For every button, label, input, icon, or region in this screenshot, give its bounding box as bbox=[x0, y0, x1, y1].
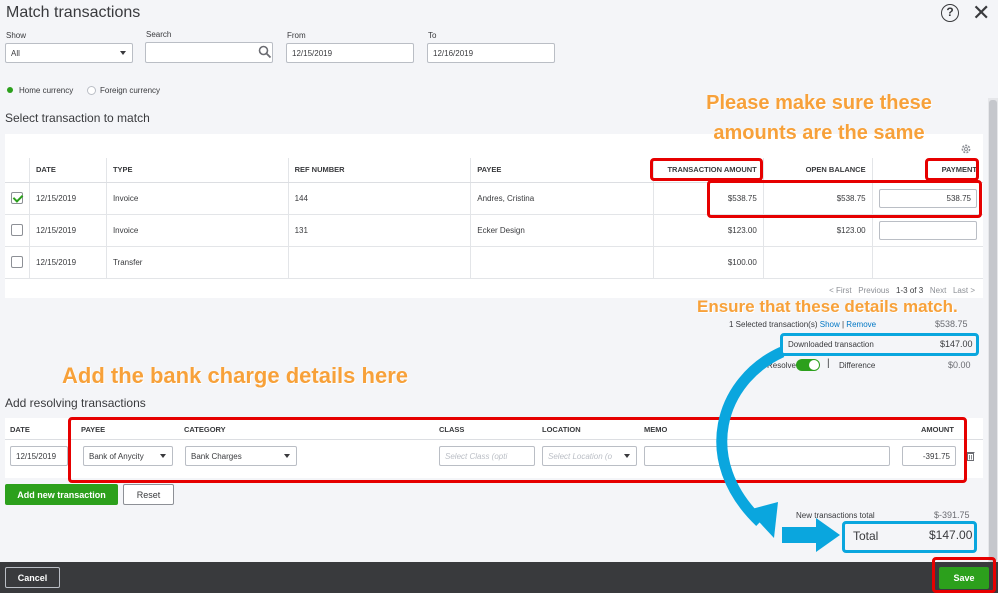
pagination-last[interactable]: Last > bbox=[953, 286, 975, 295]
show-label: Show bbox=[6, 31, 27, 40]
row-payee bbox=[470, 246, 654, 279]
column-open-balance: OPEN BALANCE bbox=[762, 158, 873, 183]
column-type: TYPE bbox=[105, 158, 289, 183]
to-date-input[interactable]: 12/16/2019 bbox=[427, 43, 555, 63]
home-currency-label: Home currency bbox=[19, 86, 74, 95]
to-label: To bbox=[428, 31, 437, 40]
search-label: Search bbox=[146, 30, 172, 39]
search-icon[interactable] bbox=[258, 45, 272, 59]
dialog-footer bbox=[0, 562, 998, 593]
row-payment bbox=[871, 246, 983, 279]
resolving-title: Add resolving transactions bbox=[5, 396, 146, 410]
row-open-balance bbox=[762, 246, 873, 279]
row-payee: Andres, Cristina bbox=[470, 182, 654, 215]
chevron-down-icon bbox=[120, 51, 126, 55]
annotation-note-bank-charge: Add the bank charge details here bbox=[62, 363, 408, 388]
from-label: From bbox=[287, 31, 306, 40]
selected-count-text: 1 Selected transaction(s) bbox=[729, 320, 818, 329]
dialog-title: Match transactions bbox=[6, 4, 141, 21]
show-link[interactable]: Show bbox=[820, 320, 840, 329]
row-ref: 144 bbox=[287, 182, 471, 215]
row-amount: $100.00 bbox=[652, 246, 764, 279]
resolve-date-input[interactable]: 12/15/2019 bbox=[10, 446, 68, 466]
pagination-previous[interactable]: Previous bbox=[858, 286, 889, 295]
search-input[interactable] bbox=[145, 42, 273, 63]
row-ref: 131 bbox=[287, 214, 471, 247]
show-select-value: All bbox=[11, 48, 20, 58]
from-date-input[interactable]: 12/15/2019 bbox=[286, 43, 414, 63]
payment-input[interactable] bbox=[878, 220, 977, 240]
new-transactions-total-amount: $-391.75 bbox=[934, 510, 970, 520]
radio-selected-icon bbox=[7, 87, 13, 93]
link-separator: | bbox=[841, 320, 845, 329]
annotation-box-amounts bbox=[707, 180, 982, 218]
pagination-next[interactable]: Next bbox=[930, 286, 946, 295]
pagination-first[interactable]: < First bbox=[829, 286, 851, 295]
row-checkbox[interactable] bbox=[11, 256, 23, 268]
row-checkbox[interactable] bbox=[11, 192, 23, 204]
help-icon[interactable]: ? bbox=[941, 4, 959, 22]
annotation-box-payment-header bbox=[925, 158, 979, 181]
match-table: DATE TYPE REF NUMBER PAYEE TRANSACTION A… bbox=[5, 158, 983, 279]
table-row[interactable]: 12/15/2019 Invoice 131 Ecker Design $123… bbox=[5, 214, 983, 247]
selected-summary: 1 Selected transaction(s) Show | Remove bbox=[729, 320, 876, 329]
row-open-balance: $123.00 bbox=[762, 214, 873, 247]
foreign-currency-label: Foreign currency bbox=[100, 86, 161, 95]
row-ref bbox=[287, 246, 471, 279]
selected-amount: $538.75 bbox=[935, 319, 968, 329]
annotation-note-same-amounts: Please make sure these amounts are the s… bbox=[706, 92, 932, 144]
annotation-arrow-icon bbox=[716, 346, 840, 552]
difference-amount: $0.00 bbox=[948, 360, 971, 370]
gear-icon[interactable] bbox=[960, 143, 972, 155]
add-new-transaction-button[interactable]: Add new transaction bbox=[5, 484, 118, 505]
column-ref-number: REF NUMBER bbox=[287, 158, 471, 183]
home-currency-radio[interactable] bbox=[7, 87, 13, 93]
trash-icon[interactable] bbox=[966, 451, 975, 461]
pagination-range: 1-3 of 3 bbox=[896, 286, 924, 295]
column-payee: PAYEE bbox=[470, 158, 654, 183]
select-column-header bbox=[5, 158, 30, 183]
pagination: < First Previous 1-3 of 3 Next Last > bbox=[829, 286, 975, 295]
annotation-note-details-match: Ensure that these details match. bbox=[697, 297, 958, 316]
row-type: Invoice bbox=[105, 214, 289, 247]
row-type: Invoice bbox=[105, 182, 289, 215]
show-select[interactable]: All bbox=[5, 43, 133, 63]
row-date: 12/15/2019 bbox=[29, 246, 107, 279]
row-checkbox[interactable] bbox=[11, 224, 23, 236]
remove-link[interactable]: Remove bbox=[846, 320, 876, 329]
column-date: DATE bbox=[10, 425, 30, 434]
match-table-header: DATE TYPE REF NUMBER PAYEE TRANSACTION A… bbox=[5, 158, 983, 183]
table-row[interactable]: 12/15/2019 Transfer $100.00 bbox=[5, 246, 983, 279]
row-date: 12/15/2019 bbox=[29, 214, 107, 247]
annotation-box-save bbox=[932, 557, 996, 593]
annotation-box-transaction-amount-header bbox=[650, 158, 763, 181]
scrollbar-thumb[interactable] bbox=[989, 100, 997, 562]
row-payee: Ecker Design bbox=[470, 214, 654, 247]
annotation-box-total bbox=[842, 521, 977, 553]
row-amount: $123.00 bbox=[652, 214, 764, 247]
foreign-currency-radio[interactable] bbox=[87, 86, 96, 95]
cancel-button[interactable]: Cancel bbox=[5, 567, 60, 588]
close-icon[interactable]: ✕ bbox=[972, 0, 990, 26]
row-date: 12/15/2019 bbox=[29, 182, 107, 215]
column-date: DATE bbox=[29, 158, 107, 183]
reset-button[interactable]: Reset bbox=[123, 484, 174, 505]
select-transaction-title: Select transaction to match bbox=[5, 111, 150, 125]
row-type: Transfer bbox=[105, 246, 289, 279]
